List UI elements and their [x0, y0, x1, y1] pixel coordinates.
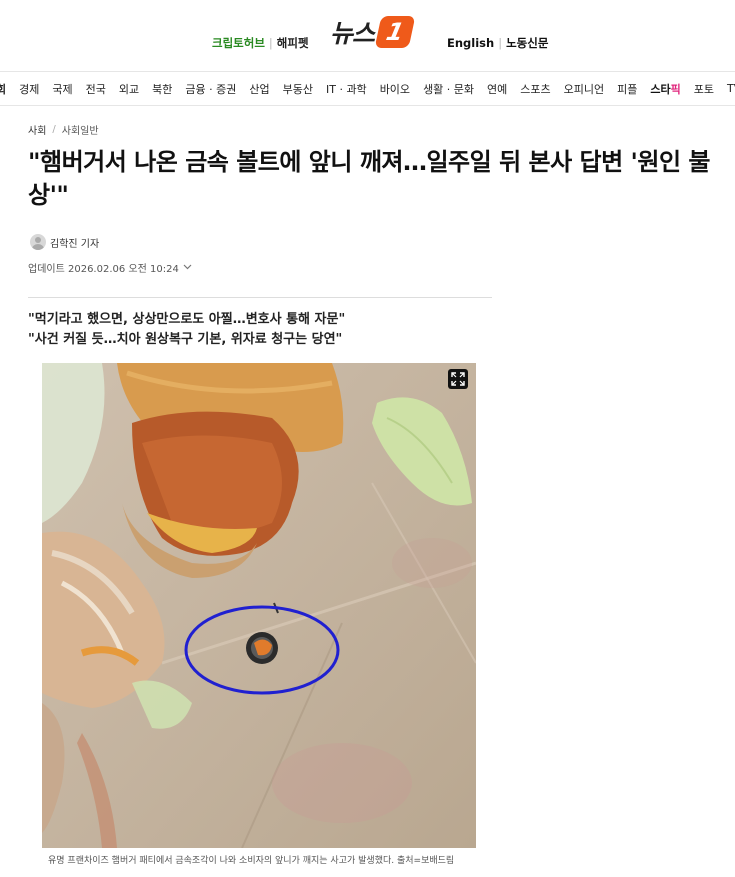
starpick-accent: 픽	[670, 82, 681, 96]
article-headline: "햄버거서 나온 금속 볼트에 앞니 깨져…일주일 뒤 본사 답변 '원인 불상…	[28, 148, 711, 209]
breadcrumb-section[interactable]: 사회	[28, 122, 46, 137]
site-header: 크립토허브 | 해피펫 뉴스 1 English | 노동신문	[0, 0, 735, 72]
nav-item-opinion[interactable]: 오피니언	[564, 81, 604, 97]
nav-item-economy[interactable]: 경제	[19, 81, 39, 97]
header-separator: |	[268, 36, 273, 50]
summary-line: "먹기라고 했으면, 상상만으로도 아찔…변호사 통해 자문"	[28, 312, 346, 327]
article-byline: 김학진 기자	[30, 234, 99, 250]
nav-item-industry[interactable]: 산업	[249, 81, 269, 97]
nav-item-tv[interactable]: TV	[727, 82, 735, 95]
rodong-link[interactable]: 노동신문	[506, 35, 548, 51]
reporter-name[interactable]: 김학진 기자	[50, 235, 99, 250]
nav-item-national[interactable]: 전국	[86, 81, 106, 97]
user-avatar-icon	[30, 234, 46, 250]
nav-item-finance[interactable]: 금융 · 증권	[185, 81, 236, 97]
expand-icon[interactable]	[448, 369, 468, 389]
nav-item-life-culture[interactable]: 생활 · 문화	[423, 81, 474, 97]
nav-item-bio[interactable]: 바이오	[380, 81, 410, 97]
photo-illustration	[42, 363, 476, 848]
nav-item-north-korea[interactable]: 북한	[152, 81, 172, 97]
chevron-down-icon	[183, 263, 192, 272]
english-link[interactable]: English	[447, 36, 494, 50]
nav-item-starpick[interactable]: 스타픽	[650, 81, 680, 97]
nav-item-people[interactable]: 피플	[617, 81, 637, 97]
logo-text: 뉴스	[330, 19, 375, 48]
photo-caption: 유명 프랜차이즈 햄버거 패티에서 금속조각이 나와 소비자의 앞니가 깨지는 …	[48, 856, 455, 866]
breadcrumb: 사회 / 사회일반	[28, 122, 99, 137]
divider	[28, 297, 492, 298]
cryptohub-link[interactable]: 크립토허브	[212, 35, 265, 51]
update-time[interactable]: 업데이트 2026.02.06 오전 10:24	[28, 260, 192, 275]
nav-item-it-science[interactable]: IT · 과학	[326, 81, 367, 97]
header-separator: |	[498, 36, 503, 50]
nav-item-society[interactable]: 회	[0, 81, 6, 97]
nav-item-diplomacy[interactable]: 외교	[119, 81, 139, 97]
nav-item-photo[interactable]: 포토	[694, 81, 714, 97]
nav-item-international[interactable]: 국제	[52, 81, 72, 97]
nav-item-sports[interactable]: 스포츠	[520, 81, 550, 97]
article-photo[interactable]	[42, 363, 476, 848]
summary-line: "사건 커질 듯…치아 원상복구 기본, 위자료 청구는 당연"	[28, 332, 343, 347]
header-left-links: 크립토허브 | 해피펫	[212, 35, 309, 51]
nav-item-entertainment[interactable]: 연예	[487, 81, 507, 97]
logo-mark: 1	[374, 16, 416, 48]
update-time-text: 업데이트 2026.02.06 오전 10:24	[28, 264, 179, 275]
site-logo[interactable]: 뉴스 1	[330, 14, 416, 50]
article-summary: "먹기라고 했으면, 상상만으로도 아찔…변호사 통해 자문" "사건 커질 듯…	[28, 310, 345, 350]
breadcrumb-separator: /	[52, 124, 56, 135]
happypet-link[interactable]: 해피펫	[277, 35, 309, 51]
breadcrumb-subsection[interactable]: 사회일반	[62, 122, 99, 137]
header-right-links: English | 노동신문	[447, 35, 548, 51]
starpick-label: 스타	[650, 82, 671, 96]
main-nav: 회 경제 국제 전국 외교 북한 금융 · 증권 산업 부동산 IT · 과학 …	[0, 72, 735, 106]
nav-item-real-estate[interactable]: 부동산	[283, 81, 313, 97]
